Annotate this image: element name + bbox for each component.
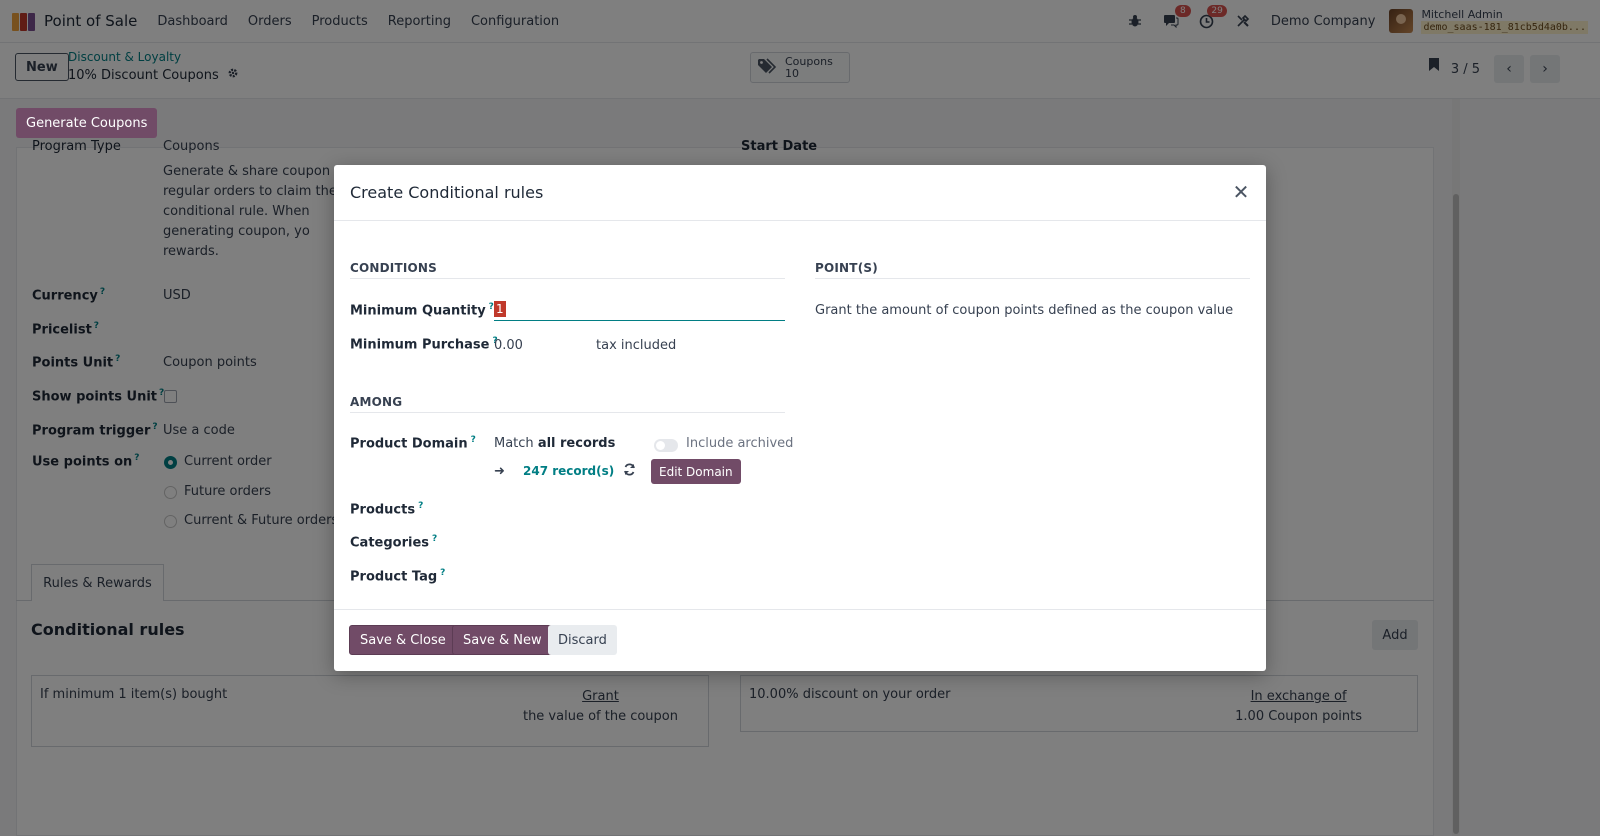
save-close-button[interactable]: Save & Close	[349, 625, 457, 655]
points-divider	[815, 278, 1250, 279]
products-label: Products?	[350, 501, 424, 518]
conditions-title: CONDITIONS	[350, 261, 438, 275]
modal-header: Create Conditional rules ✕	[334, 165, 1266, 221]
match-prefix: Match	[494, 436, 534, 451]
points-title: POINT(S)	[815, 261, 878, 275]
among-title: AMONG	[350, 395, 403, 409]
categories-label: Categories?	[350, 534, 438, 551]
min-purchase-label: Minimum Purchase?	[350, 336, 498, 353]
product-tag-label: Product Tag?	[350, 568, 446, 585]
match-value: all records	[537, 436, 616, 451]
tax-included-label: tax included	[596, 338, 677, 353]
conditions-divider	[350, 278, 785, 279]
min-qty-label: Minimum Quantity?	[350, 302, 494, 319]
modal-footer: Save & Close Save & New Discard	[334, 609, 1266, 671]
include-archived-label: Include archived	[686, 436, 794, 451]
arrow-right-icon: ➜	[494, 464, 505, 479]
min-purchase-input[interactable]: 0.00	[494, 338, 523, 353]
edit-domain-button[interactable]: Edit Domain	[651, 459, 741, 484]
create-conditional-rules-dialog: Create Conditional rules ✕ CONDITIONS PO…	[334, 165, 1266, 671]
min-qty-input[interactable]: 1	[494, 297, 785, 321]
modal-title: Create Conditional rules	[350, 183, 544, 202]
product-domain-label: Product Domain?	[350, 435, 476, 452]
domain-match: Match all records	[494, 436, 615, 451]
close-icon[interactable]: ✕	[1230, 181, 1252, 203]
records-count-link[interactable]: 247 record(s)	[523, 464, 614, 478]
refresh-icon[interactable]	[623, 463, 636, 480]
among-divider	[350, 412, 785, 413]
generate-coupons-button[interactable]: Generate Coupons	[16, 108, 158, 138]
save-new-button[interactable]: Save & New	[452, 625, 553, 655]
discard-button[interactable]: Discard	[548, 625, 617, 655]
points-description: Grant the amount of coupon points define…	[815, 303, 1234, 318]
include-archived-toggle[interactable]	[654, 439, 678, 452]
min-qty-value: 1	[494, 301, 506, 317]
